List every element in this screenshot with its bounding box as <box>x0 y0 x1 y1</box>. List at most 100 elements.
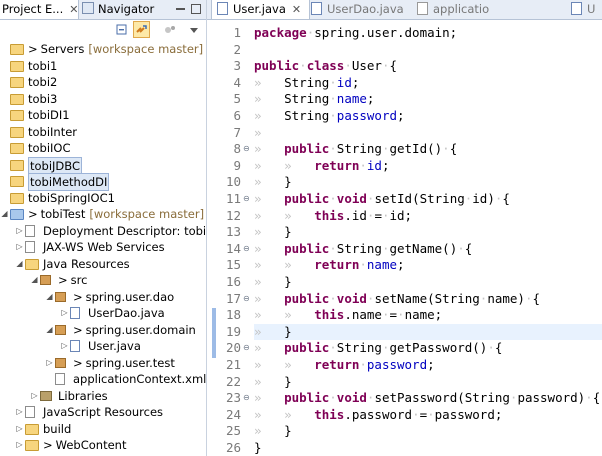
tree-item[interactable]: tobi1 <box>0 58 206 74</box>
expand-arrow-icon[interactable]: ▷ <box>30 388 39 404</box>
folder-icon <box>10 44 24 55</box>
expand-arrow-icon[interactable]: ▷ <box>15 404 24 420</box>
minimize-icon[interactable] <box>176 8 185 10</box>
expand-arrow-icon[interactable]: ▷ <box>60 338 69 354</box>
tree-item[interactable]: tobi3 <box>0 91 206 107</box>
code-line[interactable]: » String·id; <box>254 75 359 92</box>
folder-icon <box>25 258 39 270</box>
tree-item[interactable]: ▷ > spring.user.test <box>0 355 206 371</box>
tree-item-text: spring.user.test <box>85 355 175 370</box>
code-line[interactable]: » » return·id; <box>254 158 390 175</box>
line-number: 19 <box>225 323 241 339</box>
code-line[interactable]: » public·String·getName()·{ <box>254 241 472 258</box>
fold-toggle-icon[interactable]: ⊖ <box>243 393 253 402</box>
code-line[interactable]: package·spring.user.domain; <box>254 25 457 42</box>
tree-item[interactable]: > Servers [workspace master] <box>0 41 206 57</box>
tree-item[interactable]: tobiMethodDI <box>0 173 206 191</box>
tree-item-text: User.java <box>88 339 141 353</box>
tree-item[interactable]: ◢ > spring.user.dao <box>0 289 206 305</box>
code-line[interactable]: » public·void·setPassword(String·passwor… <box>254 390 600 407</box>
code-line[interactable]: » } <box>254 374 292 391</box>
tab-user-overflow[interactable]: U <box>571 0 601 19</box>
code-line[interactable]: » » this.id·=·id; <box>254 208 412 225</box>
code-line[interactable]: » public·String·getPassword()·{ <box>254 340 502 357</box>
tree-item-text: Deployment Descriptor: tobiTest <box>43 223 207 238</box>
view-menu-icon[interactable] <box>186 22 202 38</box>
code-line[interactable]: » <box>254 125 284 142</box>
code-line[interactable]: » public·String·getId()·{ <box>254 141 457 158</box>
tree-item[interactable]: ◢ > tobiTest [workspace master] <box>0 206 206 222</box>
tab-applicationcontext[interactable]: applicatio <box>417 0 507 19</box>
code-line[interactable]: » » return·name; <box>254 257 405 274</box>
maximize-icon[interactable] <box>191 4 201 14</box>
code-line[interactable]: » String·name; <box>254 91 374 108</box>
tree-item[interactable]: tobi2 <box>0 74 206 90</box>
link-editor-icon[interactable] <box>133 21 150 38</box>
code-token: String <box>336 340 382 356</box>
code-line[interactable]: » String·password; <box>254 108 405 125</box>
collapse-arrow-icon[interactable]: ◢ <box>15 256 24 272</box>
code-line[interactable]: » » return·password; <box>254 357 435 374</box>
whitespace-marker: · <box>359 357 367 372</box>
expand-arrow-icon[interactable]: ▷ <box>15 437 24 453</box>
tree-item[interactable]: tobiInter <box>0 124 206 140</box>
code-line[interactable]: » » this.name·=·name; <box>254 307 442 324</box>
tree-item[interactable]: ◢ Java Resources <box>0 256 206 272</box>
code-line[interactable]: » public·void·setName(String·name)·{ <box>254 291 540 308</box>
tree-item[interactable]: ◢ > src <box>0 272 206 288</box>
close-icon[interactable]: ✕ <box>292 3 301 16</box>
tree-item[interactable]: ▷ JavaScript Resources <box>0 404 206 420</box>
tab-userdao-java[interactable]: UserDao.java <box>311 0 404 19</box>
tree-item[interactable]: tobiDI1 <box>0 107 206 123</box>
code-line[interactable]: public·class·User·{ <box>254 58 397 75</box>
whitespace-marker: · <box>329 108 337 123</box>
code-line[interactable]: » } <box>254 323 602 341</box>
tree-item[interactable]: ▷ build <box>0 421 206 437</box>
tree-item[interactable]: ▷ Libraries <box>0 388 206 404</box>
code-line[interactable]: » } <box>254 174 292 191</box>
tab-user-java[interactable]: User.java ✕ <box>211 0 310 19</box>
tree-item[interactable]: ▷ JAX-WS Web Services <box>0 239 206 255</box>
code-line[interactable]: » » this.password·=·password; <box>254 407 502 424</box>
collapse-arrow-icon[interactable]: ◢ <box>30 272 39 288</box>
collapse-arrow-icon[interactable]: ◢ <box>45 322 54 338</box>
collapse-arrow-icon[interactable]: ◢ <box>45 289 54 305</box>
tree-item[interactable]: ▷ Deployment Descriptor: tobiTest <box>0 223 206 239</box>
tab-navigator[interactable]: Navigator <box>82 0 162 19</box>
close-icon[interactable]: ✕ <box>69 3 78 16</box>
whitespace-marker: · <box>329 240 337 256</box>
tree-item[interactable]: tobiJDBC <box>0 156 206 175</box>
code-line[interactable]: » public·void·setId(String·id)·{ <box>254 191 510 208</box>
tree-item[interactable]: ◢ > spring.user.domain <box>0 322 206 338</box>
overview-ruler[interactable] <box>207 20 219 456</box>
fold-toggle-icon[interactable]: ⊖ <box>243 294 253 303</box>
tree-item[interactable]: ▷ UserDao.java <box>0 305 206 321</box>
expand-arrow-icon[interactable]: ▷ <box>45 355 54 371</box>
fold-toggle-icon[interactable]: ⊖ <box>243 144 253 153</box>
filter-icon[interactable] <box>162 22 178 38</box>
tab-project-explorer[interactable]: Project E... ✕ <box>0 0 79 19</box>
fold-toggle-icon[interactable]: ⊖ <box>243 343 253 352</box>
fold-toggle-icon[interactable]: ⊖ <box>243 244 253 253</box>
code-token: = <box>419 406 428 422</box>
tree-item[interactable]: tobiSpringIOC1 <box>0 190 206 206</box>
folder-icon <box>10 143 24 154</box>
tree-item[interactable]: applicationContext.xml <box>0 371 206 387</box>
expand-arrow-icon[interactable]: ▷ <box>15 239 24 255</box>
collapse-all-icon[interactable] <box>114 22 130 38</box>
code-line[interactable]: » } <box>254 423 292 440</box>
code-line[interactable]: » } <box>254 274 292 291</box>
tree-item[interactable]: ▷ > WebContent <box>0 437 206 453</box>
line-number: 21 <box>225 357 241 372</box>
tree-item[interactable]: ▷ User.java <box>0 338 206 354</box>
expand-arrow-icon[interactable]: ▷ <box>60 305 69 321</box>
code-line[interactable]: » } <box>254 224 292 241</box>
expand-arrow-icon[interactable]: ▷ <box>15 421 24 437</box>
collapse-arrow-icon[interactable]: ◢ <box>0 206 9 222</box>
code-line[interactable]: } <box>254 440 262 456</box>
expand-arrow-icon[interactable]: ▷ <box>15 223 24 239</box>
tree-item[interactable]: tobiIOC <box>0 140 206 156</box>
line-number: 5 <box>233 91 241 107</box>
fold-toggle-icon[interactable]: ⊖ <box>243 194 253 203</box>
tab-user-java-label: User.java <box>233 2 286 16</box>
